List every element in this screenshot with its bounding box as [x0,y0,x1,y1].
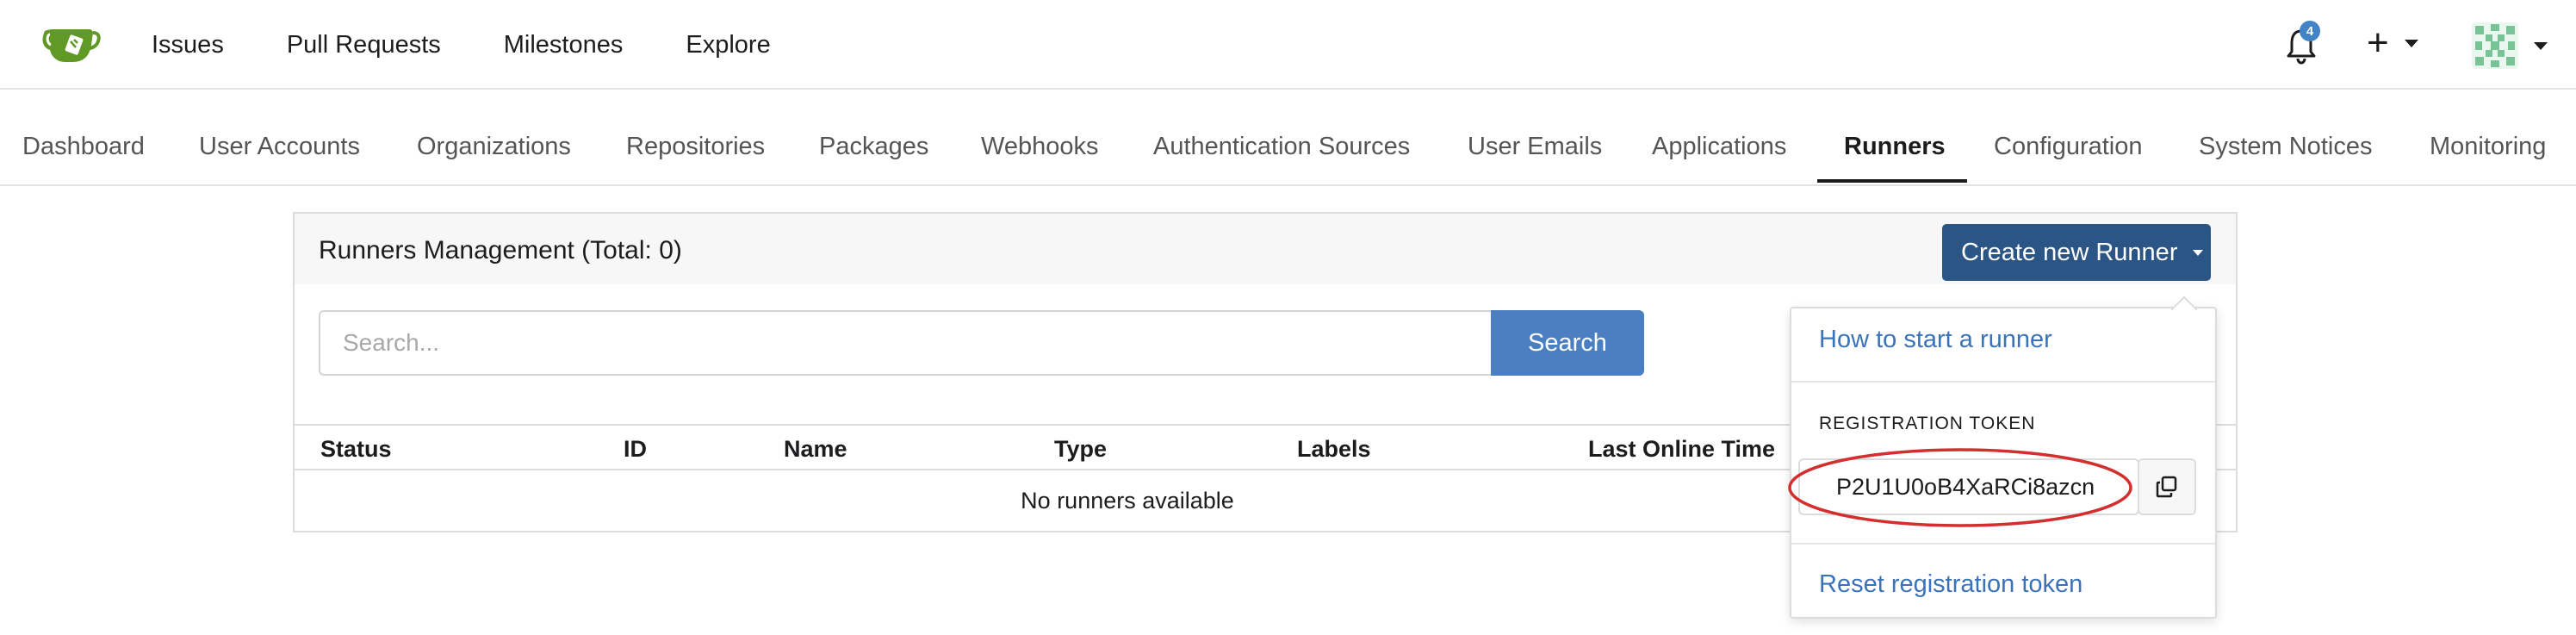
caret-down-icon [2193,249,2204,256]
top-nav: Issues Pull Requests Milestones Explore [152,0,834,90]
user-menu-button[interactable] [2472,22,2548,69]
tab-system-notices[interactable]: System Notices [2199,133,2372,161]
nav-explore[interactable]: Explore [686,31,770,59]
copy-token-button[interactable] [2138,458,2196,515]
page-title: Runners Management (Total: 0) [319,236,682,265]
admin-tabs: Dashboard User Accounts Organizations Re… [0,90,2576,186]
search-button[interactable]: Search [1491,310,1644,376]
column-labels[interactable]: Labels [1297,436,1371,463]
plus-icon: + [2367,22,2389,64]
search-input[interactable] [319,310,1492,376]
top-navbar: Issues Pull Requests Milestones Explore … [0,0,2576,90]
create-new-runner-label: Create new Runner [1961,238,2178,266]
chevron-down-icon [2404,39,2418,47]
create-menu-button[interactable]: + [2367,22,2418,64]
tab-monitoring[interactable]: Monitoring [2430,133,2546,161]
column-type[interactable]: Type [1054,436,1107,463]
nav-issues[interactable]: Issues [152,31,224,59]
tab-packages[interactable]: Packages [819,133,928,161]
registration-token-header: REGISTRATION TOKEN [1819,414,2036,433]
tab-organizations[interactable]: Organizations [417,133,571,161]
notification-badge: 4 [2300,21,2320,41]
registration-token-field[interactable]: P2U1U0oB4XaRCi8azcn [1798,458,2139,515]
create-new-runner-button[interactable]: Create new Runner [1942,224,2211,281]
registration-token-value: P2U1U0oB4XaRCi8azcn [1836,473,2095,500]
avatar [2472,22,2518,69]
tab-user-accounts[interactable]: User Accounts [199,133,360,161]
tab-configuration[interactable]: Configuration [1994,133,2143,161]
tab-authentication-sources[interactable]: Authentication Sources [1153,133,1410,161]
tab-runners[interactable]: Runners [1844,133,1946,161]
how-to-start-runner-link[interactable]: How to start a runner [1819,326,2052,354]
dropdown-divider [1791,543,2215,545]
column-last-online-time[interactable]: Last Online Time [1588,436,1775,463]
chevron-down-icon [2534,41,2548,50]
reset-registration-token-link[interactable]: Reset registration token [1819,570,2083,599]
nav-milestones[interactable]: Milestones [504,31,624,59]
column-name[interactable]: Name [784,436,847,463]
active-tab-indicator [1817,179,1967,183]
column-id[interactable]: ID [624,436,647,463]
tab-repositories[interactable]: Repositories [626,133,765,161]
nav-pull-requests[interactable]: Pull Requests [287,31,441,59]
copy-icon [2156,476,2177,498]
tab-applications[interactable]: Applications [1652,133,1786,161]
dropdown-divider [1791,381,2215,383]
empty-message-text: No runners available [1021,488,1234,514]
gitea-logo-icon[interactable] [41,19,102,67]
tab-dashboard[interactable]: Dashboard [22,133,145,161]
column-status[interactable]: Status [320,436,392,463]
tab-user-emails[interactable]: User Emails [1468,133,1602,161]
tab-webhooks[interactable]: Webhooks [981,133,1099,161]
